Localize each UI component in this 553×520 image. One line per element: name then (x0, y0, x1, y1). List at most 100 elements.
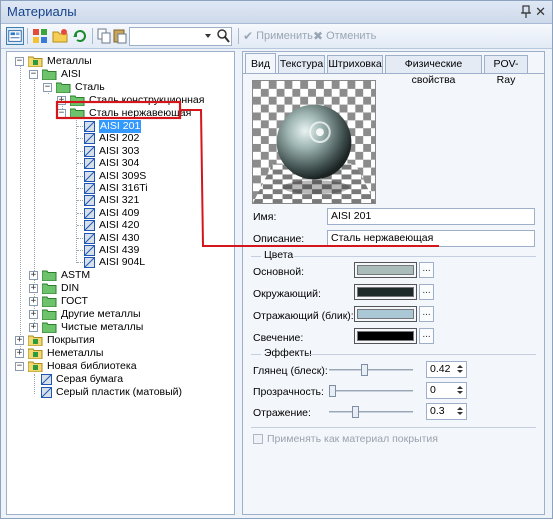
tree-label: AISI 303 (99, 144, 140, 157)
tree-node-astm[interactable]: + ASTM (25, 269, 205, 282)
tab-view[interactable]: Вид (245, 53, 276, 74)
tab-divider (243, 73, 544, 74)
tab-texture[interactable]: Текстура (278, 55, 325, 73)
tree-label: AISI 316Ti (99, 182, 148, 194)
collapse-icon[interactable]: − (57, 109, 66, 118)
specular-color-swatch[interactable] (354, 306, 417, 322)
paste-icon[interactable] (111, 27, 129, 45)
material-icon (84, 245, 95, 256)
tab-pov-ray[interactable]: POV-Ray (484, 55, 528, 86)
tree-node-structural-steel[interactable]: + Сталь конструкционная (53, 94, 233, 107)
transparency-stepper[interactable]: 0 (426, 382, 467, 399)
tree-node-gray-paper[interactable]: Серая бумага (39, 373, 219, 386)
tree-node-grade[interactable]: AISI 303 (67, 145, 187, 158)
expand-icon[interactable]: + (15, 336, 24, 345)
tree-node-stainless-steel[interactable]: − Сталь нержавеющая (53, 107, 233, 120)
tree-node-grade[interactable]: AISI 420 (67, 219, 187, 232)
tree-node-grade[interactable]: AISI 304 (67, 157, 187, 170)
materials-icon[interactable] (31, 27, 49, 45)
expand-icon[interactable]: + (29, 297, 38, 306)
tree-node-grade[interactable]: AISI 439 (67, 244, 187, 257)
spin-down-icon[interactable] (456, 411, 465, 418)
folder-icon (42, 322, 57, 333)
tree-label: Сталь конструкционная (89, 94, 205, 106)
transparency-slider[interactable] (329, 385, 413, 397)
expand-icon[interactable]: + (29, 284, 38, 293)
search-icon[interactable] (216, 27, 232, 45)
tree-node-aisi[interactable]: − AISI (25, 68, 205, 81)
coating-checkbox[interactable] (253, 434, 263, 444)
expand-icon[interactable]: + (57, 96, 66, 105)
base-color-picker-button[interactable]: ... (419, 262, 434, 278)
expand-icon[interactable]: + (29, 323, 38, 332)
material-icon (84, 232, 95, 244)
expand-icon[interactable]: + (29, 310, 38, 319)
tree-node-grade[interactable]: AISI 321 (67, 194, 187, 207)
emission-color-picker-button[interactable]: ... (419, 328, 434, 344)
pin-icon[interactable] (520, 5, 532, 19)
properties-icon[interactable] (6, 27, 24, 45)
specular-color-picker-button[interactable]: ... (419, 306, 434, 322)
tree-node-steel[interactable]: − Сталь (39, 81, 219, 94)
tree-node-grade[interactable]: AISI 201 (67, 120, 187, 133)
folder-icon[interactable] (51, 27, 69, 45)
gloss-stepper[interactable]: 0.42 (426, 361, 467, 378)
slider-thumb[interactable] (329, 385, 336, 397)
tree-node-pure-metals[interactable]: + Чистые металлы (25, 321, 205, 334)
base-color-swatch[interactable] (354, 262, 417, 278)
tree-node-grade[interactable]: AISI 904L (67, 256, 187, 269)
emission-color-swatch[interactable] (354, 328, 417, 344)
tab-physical-properties[interactable]: Физические свойства (385, 55, 482, 86)
tree-node-coatings[interactable]: + Покрытия (11, 334, 191, 347)
tree-node-grade[interactable]: AISI 309S (67, 170, 187, 183)
cancel-button[interactable]: ✖ Отменить (313, 29, 376, 43)
tree-label: Покрытия (47, 334, 95, 346)
toolbar-separator (27, 28, 28, 44)
color-fill (357, 265, 414, 275)
slider-thumb[interactable] (361, 364, 368, 376)
effects-group-label: Эффекты (264, 347, 312, 359)
tree-node-grade[interactable]: AISI 202 (67, 132, 187, 145)
collapse-icon[interactable]: − (15, 362, 24, 371)
folder-open-icon (56, 82, 71, 93)
color-fill (357, 309, 414, 319)
ambient-color-picker-button[interactable]: ... (419, 284, 434, 300)
reflection-slider[interactable] (329, 406, 413, 418)
expand-icon[interactable]: + (15, 349, 24, 358)
tab-hatching[interactable]: Штриховка (327, 55, 383, 73)
tree-node-gost[interactable]: + ГОСТ (25, 295, 205, 308)
ambient-color-swatch[interactable] (354, 284, 417, 300)
slider-thumb[interactable] (352, 406, 359, 418)
tree-node-grade[interactable]: AISI 430 (67, 232, 187, 245)
chevron-down-icon[interactable] (205, 34, 211, 38)
spin-down-icon[interactable] (456, 390, 465, 397)
name-field[interactable]: AISI 201 (327, 208, 535, 225)
folder-open-icon (28, 56, 43, 67)
expand-icon[interactable]: + (29, 271, 38, 280)
spin-down-icon[interactable] (456, 369, 465, 376)
reflection-stepper[interactable]: 0.3 (426, 403, 467, 420)
materials-tree[interactable]: − Металлы − AISI − Сталь + Сталь констру… (6, 51, 235, 515)
tree-node-din[interactable]: + DIN (25, 282, 205, 295)
description-field[interactable]: Сталь нержавеющая (327, 230, 535, 247)
tree-node-new-library[interactable]: − Новая библиотека (11, 360, 191, 373)
refresh-icon[interactable] (71, 27, 89, 45)
gloss-slider[interactable] (329, 364, 413, 376)
close-icon[interactable]: ✕ (535, 4, 546, 20)
tree-node-grade[interactable]: AISI 409 (67, 207, 187, 220)
collapse-icon[interactable]: − (43, 83, 52, 92)
apply-button[interactable]: ✔ Применить (243, 29, 313, 43)
tree-node-grade[interactable]: AISI 316Ti (67, 182, 187, 195)
tree-label: Сталь нержавеющая (89, 107, 192, 119)
material-icon (84, 207, 95, 219)
tree-node-other-metals[interactable]: + Другие металлы (25, 308, 205, 321)
transparency-label: Прозрачность: (253, 386, 324, 398)
folder-icon (70, 95, 85, 106)
tree-node-gray-plastic[interactable]: Серый пластик (матовый) (39, 386, 229, 399)
collapse-icon[interactable]: − (15, 57, 24, 66)
tree-node-nonmetals[interactable]: + Неметаллы (11, 347, 191, 360)
collapse-icon[interactable]: − (29, 70, 38, 79)
group-line (251, 354, 261, 355)
tree-label: Неметаллы (47, 347, 104, 359)
tree-node-metals[interactable]: − Металлы (11, 55, 211, 68)
